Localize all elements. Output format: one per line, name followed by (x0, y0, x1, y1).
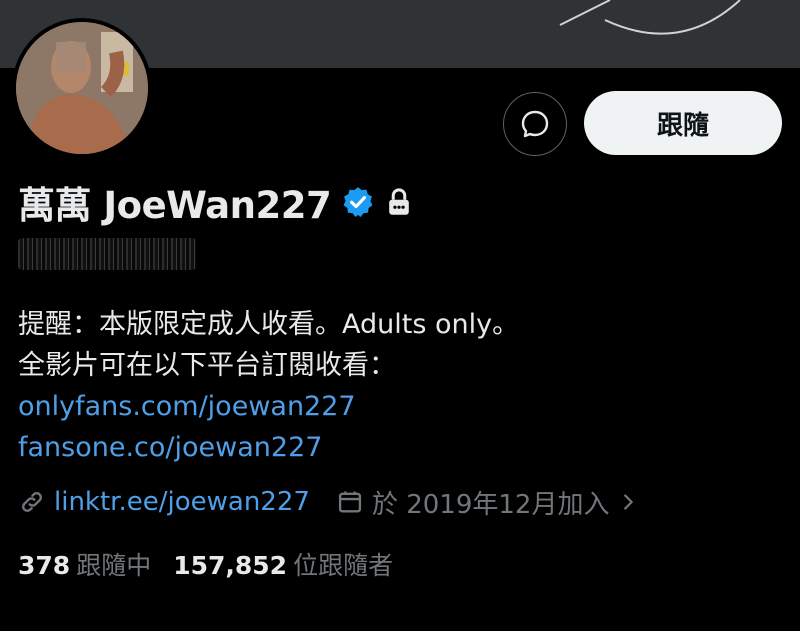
calendar-icon (338, 491, 362, 513)
bio-link-onlyfans[interactable]: onlyfans.com/joewan227 (18, 386, 519, 427)
profile-bio: 提醒：本版限定成人收看。Adults only。 全影片可在以下平台訂閱收看： … (18, 304, 519, 468)
handle-redacted (18, 238, 196, 270)
following-count: 378 (18, 551, 71, 580)
lock-icon (389, 188, 410, 215)
chevron-right-icon[interactable] (617, 491, 639, 513)
message-button[interactable] (503, 92, 567, 156)
chat-bubble-icon (521, 110, 549, 138)
followers-label: 位跟隨者 (293, 551, 394, 580)
bio-link-fansone[interactable]: fansone.co/joewan227 (18, 427, 519, 468)
profile-meta: linktr.ee/joewan227 於 2019年12月加入 (18, 484, 639, 520)
avatar-photo (16, 22, 148, 154)
link-icon (22, 492, 42, 512)
bio-line: 提醒：本版限定成人收看。Adults only。 (18, 309, 520, 340)
followers-link[interactable]: 157,852 位跟隨者 (173, 546, 393, 582)
followers-count: 157,852 (173, 551, 288, 580)
joined-date: 於 2019年12月加入 (371, 489, 610, 520)
following-label: 跟隨中 (76, 551, 152, 580)
following-link[interactable]: 378 跟隨中 (18, 546, 151, 582)
profile-avatar[interactable] (12, 18, 152, 158)
website-link[interactable]: linktr.ee/joewan227 (54, 487, 310, 517)
display-name: 萬萬 JoeWan227 (18, 184, 332, 227)
bio-line: 全影片可在以下平台訂閱收看： (18, 350, 396, 381)
name-row: 萬萬 JoeWan227 (18, 180, 413, 227)
follow-button[interactable]: 跟隨 (584, 91, 782, 155)
verified-badge-icon[interactable] (341, 185, 375, 219)
follow-stats: 378 跟隨中 157,852 位跟隨者 (18, 546, 393, 582)
